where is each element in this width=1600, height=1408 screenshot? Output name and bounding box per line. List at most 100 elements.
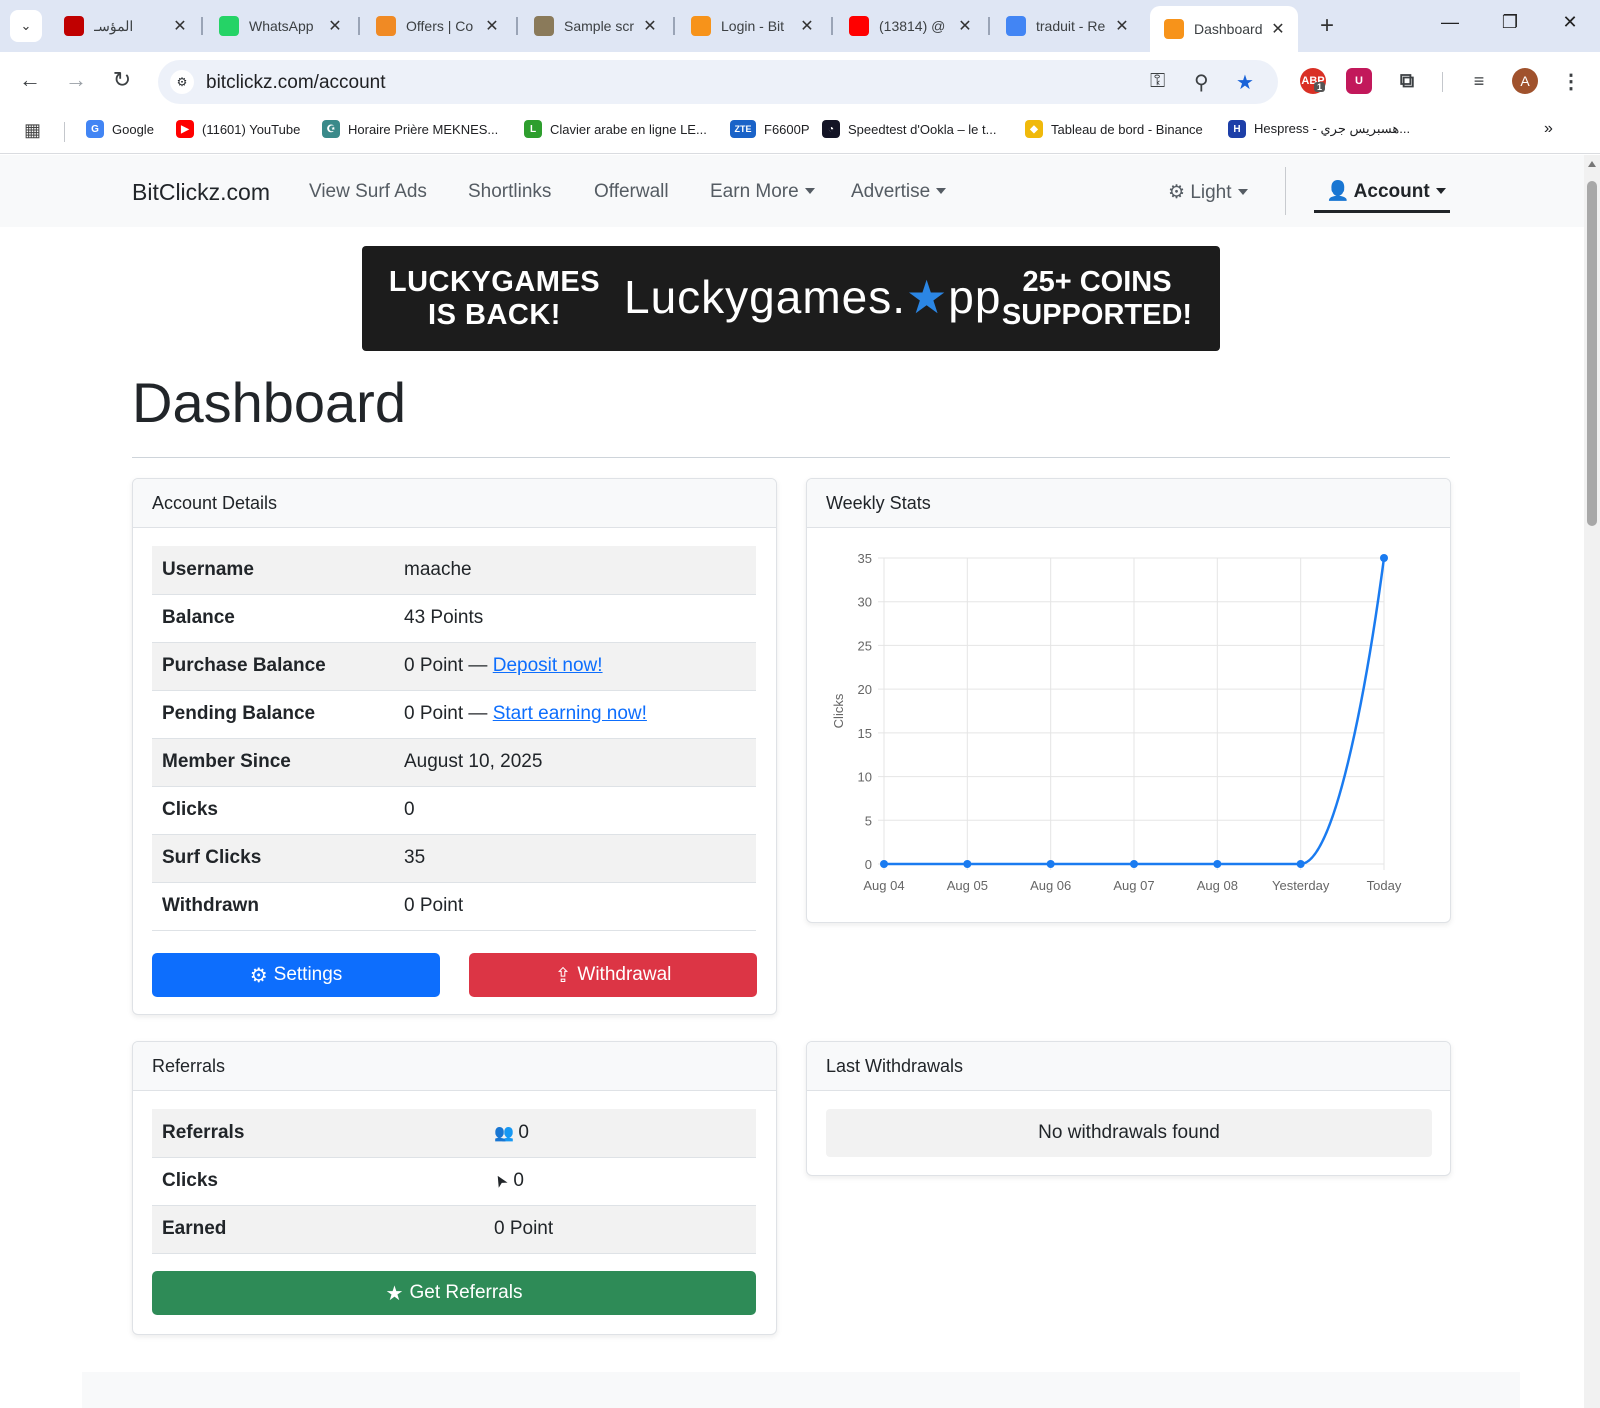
adblock-extension-icon[interactable]: ABP 1 xyxy=(1300,68,1326,94)
table-row: Clicks ➤ 0 xyxy=(152,1157,756,1206)
row-value: 35 xyxy=(404,847,426,868)
tab-close-icon[interactable]: ✕ xyxy=(170,16,190,36)
tab-close-icon[interactable]: ✕ xyxy=(640,16,660,36)
apps-grid-icon[interactable]: ▦ xyxy=(24,120,41,141)
weekly-stats-card: Weekly Stats 0 5 10 15 20 25 30 35 Aug 04 Aug 05 A… xyxy=(806,478,1451,923)
get-referrals-button[interactable]: ★ Get Referrals xyxy=(152,1271,756,1315)
tab-close-icon[interactable]: ✕ xyxy=(482,16,502,36)
tab-separator xyxy=(358,17,360,35)
close-window-button[interactable]: ✕ xyxy=(1550,12,1590,33)
more-bookmarks-icon[interactable]: » xyxy=(1544,120,1553,138)
tab-favicon-icon xyxy=(1006,16,1026,36)
withdrawal-button[interactable]: ⇪ Withdrawal xyxy=(469,953,757,997)
nav-view-surf-ads[interactable]: View Surf Ads xyxy=(309,181,427,203)
bookmark-2[interactable]: ☪ Horaire Prière MEKNES... xyxy=(322,120,498,138)
luckygames-banner-ad[interactable]: LUCKYGAMES IS BACK! Luckygames.★pp 25+ C… xyxy=(362,246,1220,351)
bookmark-5[interactable]: ◔ Speedtest d'Ookla – le t... xyxy=(822,120,996,138)
row-value: 43 Points xyxy=(404,607,484,628)
bookmark-3[interactable]: L Clavier arabe en ligne LE... xyxy=(524,120,707,138)
bookmark-favicon-icon: G xyxy=(86,120,104,138)
tab-7[interactable]: Dashboard ✕ xyxy=(1150,6,1298,52)
forward-button[interactable]: → xyxy=(60,64,92,96)
nav-advertise[interactable]: Advertise xyxy=(851,181,946,203)
tab-2[interactable]: Offers | Co ✕ xyxy=(362,8,512,44)
tab-favicon-icon xyxy=(1164,19,1184,39)
row-value: 0 xyxy=(513,1170,524,1191)
tab-separator xyxy=(516,17,518,35)
account-menu[interactable]: 👤 Account xyxy=(1314,163,1450,213)
chevron-down-icon: ⌄ xyxy=(20,18,32,33)
settings-button[interactable]: ⚙ Settings xyxy=(152,953,440,997)
tab-title: Offers | Co xyxy=(406,18,474,34)
table-row: Member Since August 10, 2025 xyxy=(152,738,756,787)
bookmark-0[interactable]: G Google xyxy=(86,120,154,138)
site-info-icon[interactable]: ⚙ xyxy=(170,70,194,94)
tab-0[interactable]: المؤسـ ✕ xyxy=(50,8,200,44)
tab-close-icon[interactable]: ✕ xyxy=(325,16,345,36)
nav-divider xyxy=(1285,167,1286,215)
profile-avatar[interactable]: A xyxy=(1512,68,1538,94)
page-scrollbar[interactable] xyxy=(1584,155,1600,1408)
reload-button[interactable]: ↻ xyxy=(106,64,138,96)
bookmark-6[interactable]: ◆ Tableau de bord - Binance xyxy=(1025,120,1203,138)
last-withdrawals-header: Last Withdrawals xyxy=(807,1042,1450,1091)
theme-toggle[interactable]: ⚙ Light xyxy=(1168,181,1248,204)
row-link[interactable]: Start earning now! xyxy=(493,703,647,724)
nav-earn-more-label: Earn More xyxy=(710,181,799,202)
row-label: Balance xyxy=(152,594,394,643)
row-value-cell: maache xyxy=(394,546,756,595)
tab-separator xyxy=(988,17,990,35)
scroll-up-icon[interactable] xyxy=(1588,161,1596,167)
no-withdrawals-message: No withdrawals found xyxy=(826,1109,1432,1157)
tab-favicon-icon xyxy=(849,16,869,36)
bookmark-label: (11601) YouTube xyxy=(202,121,301,137)
nav-earn-more[interactable]: Earn More xyxy=(710,181,815,203)
get-referrals-label: Get Referrals xyxy=(409,1282,523,1303)
tab-search-button[interactable]: ⌄ xyxy=(10,10,42,42)
account-label: Account xyxy=(1354,181,1446,202)
tab-close-icon[interactable]: ✕ xyxy=(955,16,975,36)
tab-1[interactable]: WhatsApp ✕ xyxy=(205,8,355,44)
row-value-cell: 0 Point xyxy=(394,882,756,931)
tab-6[interactable]: traduit - Re ✕ xyxy=(992,8,1142,44)
tab-5[interactable]: (13814) @ ✕ xyxy=(835,8,985,44)
tab-close-icon[interactable]: ✕ xyxy=(797,16,817,36)
bookmark-label: Hespress - هسبريس جري... xyxy=(1254,121,1411,136)
bookmark-7[interactable]: H Hespress - هسبريس جري... xyxy=(1228,120,1410,138)
password-key-icon[interactable]: ⚿ xyxy=(1150,70,1165,93)
bookmark-4[interactable]: ZTE F6600P xyxy=(730,120,810,138)
bookmark-1[interactable]: ▶ (11601) YouTube xyxy=(176,120,300,138)
menu-kebab-icon[interactable]: ⋮ xyxy=(1558,68,1584,94)
row-label: Member Since xyxy=(152,738,394,787)
site-brand[interactable]: BitClickz.com xyxy=(132,179,270,206)
weekly-stats-chart: 0 5 10 15 20 25 30 35 Aug 04 Aug 05 Aug 06 Aug 07 Au… xyxy=(831,551,1402,893)
data-point xyxy=(1380,554,1388,562)
tab-separator xyxy=(831,17,833,35)
row-link[interactable]: Deposit now! xyxy=(493,655,603,676)
scrollbar-thumb[interactable] xyxy=(1587,181,1597,526)
tab-3[interactable]: Sample scr ✕ xyxy=(520,8,670,44)
minimize-button[interactable]: — xyxy=(1430,12,1470,33)
y-tick-label: 20 xyxy=(858,682,872,697)
tab-favicon-icon xyxy=(534,16,554,36)
new-tab-button[interactable]: + xyxy=(1320,12,1334,40)
cursor-icon: ➤ xyxy=(490,1170,512,1191)
bookmark-label: Clavier arabe en ligne LE... xyxy=(550,121,707,137)
address-bar[interactable]: ⚙ bitclickz.com/account ⚿ ⚲ ★ xyxy=(158,60,1278,104)
nav-shortlinks[interactable]: Shortlinks xyxy=(468,181,551,203)
tab-4[interactable]: Login - Bit ✕ xyxy=(677,8,827,44)
media-control-icon[interactable]: ≡ xyxy=(1466,68,1492,94)
bookmark-star-icon[interactable]: ★ xyxy=(1236,70,1254,95)
data-point xyxy=(1296,860,1305,868)
data-point xyxy=(1213,860,1222,868)
nav-offerwall[interactable]: Offerwall xyxy=(594,181,669,203)
row-value: 0 Point — xyxy=(404,655,493,676)
back-button[interactable]: ← xyxy=(14,64,46,96)
tab-close-icon[interactable]: ✕ xyxy=(1112,16,1132,36)
restore-button[interactable]: ❐ xyxy=(1490,12,1530,33)
upload-icon: ⇪ xyxy=(554,964,572,987)
extensions-puzzle-icon[interactable]: ⧉ xyxy=(1394,68,1420,94)
ublock-extension-icon[interactable]: U xyxy=(1346,68,1372,94)
zoom-icon[interactable]: ⚲ xyxy=(1194,70,1209,95)
tab-close-icon[interactable]: ✕ xyxy=(1268,19,1288,39)
